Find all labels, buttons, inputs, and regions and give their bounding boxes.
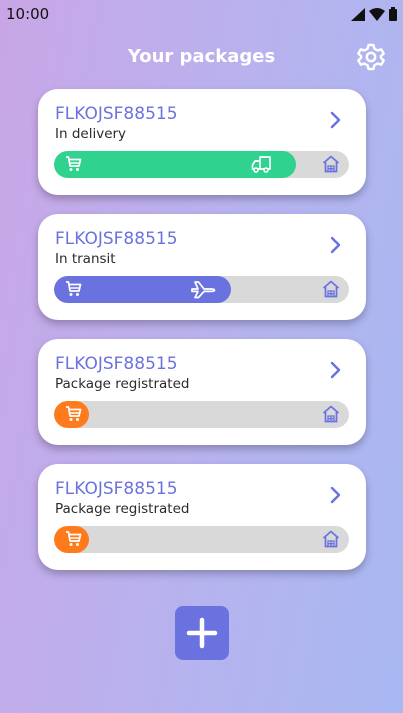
package-card[interactable]: FLKOJSF88515 Package registrated <box>38 339 366 445</box>
truck-icon <box>251 156 271 173</box>
cart-icon <box>66 406 82 421</box>
gear-icon <box>357 43 385 71</box>
progress-track <box>54 276 349 303</box>
package-card[interactable]: FLKOJSF88515 In delivery <box>38 89 366 195</box>
progress-track <box>54 526 349 553</box>
cart-icon <box>66 281 82 296</box>
settings-button[interactable] <box>356 42 386 72</box>
progress-track <box>54 151 349 178</box>
cart-icon <box>66 156 82 171</box>
chevron-right-icon[interactable] <box>328 109 344 131</box>
plane-icon <box>191 281 216 299</box>
page-title: Your packages <box>127 46 276 67</box>
wifi-icon <box>369 7 385 21</box>
chevron-right-icon[interactable] <box>328 359 344 381</box>
plus-icon <box>186 617 218 649</box>
signal-icon <box>351 7 365 21</box>
package-status: Package registrated <box>55 376 190 392</box>
package-id: FLKOJSF88515 <box>55 354 178 374</box>
home-icon <box>322 155 340 173</box>
package-status: In delivery <box>55 126 127 142</box>
add-package-button[interactable] <box>175 606 229 660</box>
package-id: FLKOJSF88515 <box>55 229 178 249</box>
home-icon <box>322 405 340 423</box>
cart-icon <box>66 531 82 546</box>
home-icon <box>322 280 340 298</box>
home-icon <box>322 530 340 548</box>
package-card[interactable]: FLKOJSF88515 Package registrated <box>38 464 366 570</box>
chevron-right-icon[interactable] <box>328 234 344 256</box>
status-time: 10:00 <box>6 5 50 23</box>
package-status: In transit <box>55 251 116 267</box>
app-screen: 10:00 Your packages FLKOJSF88515 In deli… <box>0 0 403 713</box>
package-id: FLKOJSF88515 <box>55 479 178 499</box>
package-id: FLKOJSF88515 <box>55 104 178 124</box>
chevron-right-icon[interactable] <box>328 484 344 506</box>
battery-icon <box>389 7 397 21</box>
status-icons <box>351 6 397 22</box>
progress-track <box>54 401 349 428</box>
package-card[interactable]: FLKOJSF88515 In transit <box>38 214 366 320</box>
status-bar: 10:00 <box>0 0 403 28</box>
package-status: Package registrated <box>55 501 190 517</box>
